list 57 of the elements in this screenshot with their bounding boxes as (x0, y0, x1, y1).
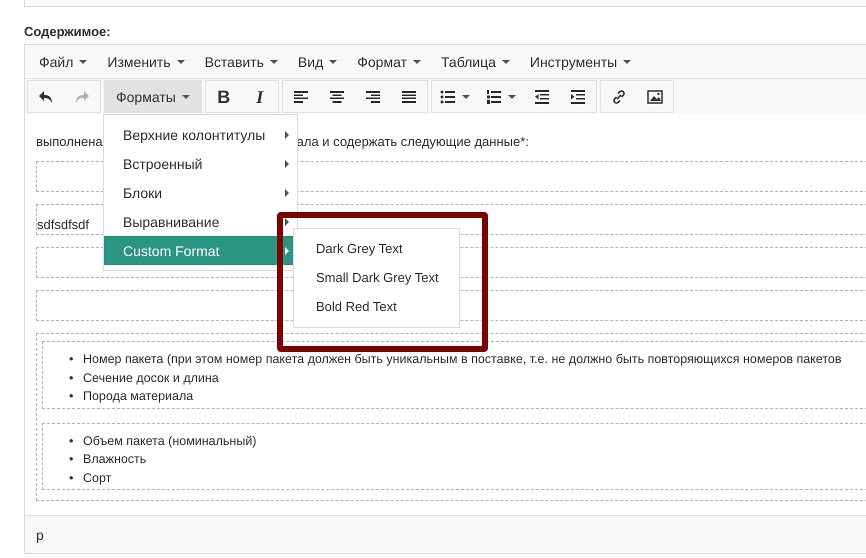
list-item: Порода материала (83, 388, 194, 405)
undo-icon (38, 89, 54, 105)
menu-item[interactable]: Инструменты (520, 50, 642, 74)
bullet-list-icon (440, 89, 456, 105)
bold-button[interactable]: B (206, 81, 242, 113)
paragraph-text: sdfsdfsdf (37, 217, 90, 232)
bullet-marker: • (69, 351, 74, 368)
formats-dropdown[interactable]: Форматы (105, 81, 201, 113)
bullet-marker: • (69, 388, 74, 405)
input-field[interactable] (24, 0, 866, 7)
align-right-icon (364, 89, 381, 105)
outdent-icon (534, 89, 550, 105)
numbered-list-icon (486, 89, 502, 105)
caret-icon (176, 60, 185, 64)
indent-icon (570, 89, 586, 105)
paragraph-text: ала и содержать следующие данные*: (296, 134, 529, 149)
menu-item[interactable]: Встроенный (104, 149, 297, 178)
menu-item[interactable]: Bold Red Text (294, 292, 459, 321)
align-center-icon (328, 89, 345, 105)
align-left-icon (292, 89, 309, 105)
menu-item[interactable]: Вид (288, 50, 348, 74)
image-icon (646, 89, 663, 105)
caret-icon (182, 95, 190, 99)
bullet-marker: • (69, 432, 74, 450)
list-item: Сечение досок и длина (83, 370, 219, 386)
caret-icon (412, 60, 421, 64)
bullet-marker: • (69, 370, 74, 386)
menu-item[interactable]: Формат (347, 50, 431, 74)
menu-item[interactable]: Выравнивание (104, 207, 297, 236)
paragraph-text: выполнена (36, 134, 103, 149)
caret-icon (79, 60, 88, 64)
list-item: Номер пакета (при этом номер пакета должен быть уникальным в поставке, т.е. не должно быть повторяющихся номеров пакетов (83, 351, 842, 368)
align-justify-icon (400, 89, 417, 105)
menu-item[interactable]: Верхние колонтитулы (104, 120, 297, 149)
caret-icon (623, 60, 632, 64)
caret-icon (508, 95, 516, 99)
menu-item[interactable]: Вставить (194, 50, 288, 74)
list-item: Влажность (83, 451, 146, 468)
caret-icon (329, 60, 338, 64)
bullet-marker: • (69, 470, 74, 486)
caret-icon (502, 60, 510, 64)
field-label: Содержимое: (24, 24, 112, 41)
menu-item[interactable]: Блоки (104, 178, 297, 207)
list-item: Объем пакета (номинальный) (83, 432, 256, 450)
list-item: Сорт (83, 470, 112, 487)
redo-icon (74, 89, 90, 105)
element-path[interactable]: p (36, 526, 44, 542)
italic-button[interactable]: I (242, 81, 278, 113)
menu-item[interactable]: Файл (29, 50, 98, 74)
link-icon (610, 89, 627, 105)
menu-item[interactable]: Таблица (430, 50, 520, 74)
caret-icon (462, 95, 470, 99)
menu-item[interactable]: Изменить (97, 50, 195, 74)
menu-item[interactable]: Small Dark Grey Text (294, 263, 459, 292)
caret-icon (270, 60, 278, 64)
bullet-marker: • (69, 451, 74, 468)
menu-item[interactable]: Dark Grey Text (294, 234, 459, 263)
